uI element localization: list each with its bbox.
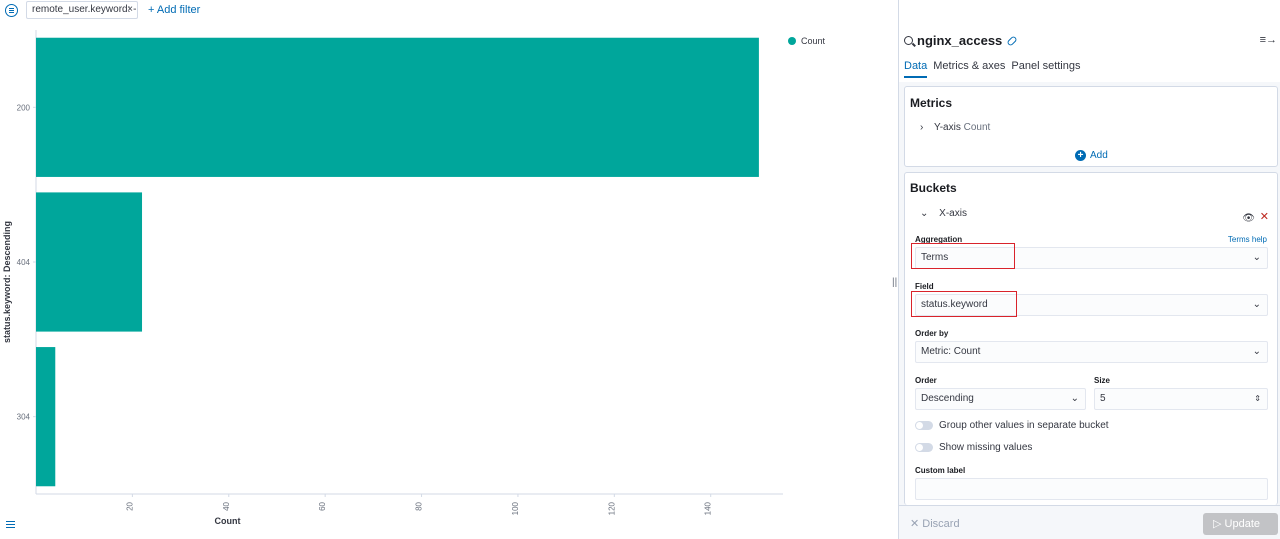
- show-missing-toggle-row[interactable]: Show missing values: [915, 442, 1032, 453]
- filter-options-icon[interactable]: [5, 4, 18, 17]
- editor-tabs: Data Metrics & axes Panel settings: [899, 58, 1280, 78]
- index-name: nginx_access: [917, 33, 1003, 48]
- add-metric-button[interactable]: + Add: [1075, 150, 1108, 161]
- metrics-title: Metrics: [910, 96, 953, 110]
- plus-icon: +: [1075, 150, 1086, 161]
- legend-swatch: [788, 37, 796, 45]
- filter-bar: remote_user.keyword: - × + Add filter: [0, 0, 890, 22]
- buckets-title: Buckets: [910, 181, 957, 195]
- discard-button[interactable]: ✕ Discard: [910, 517, 960, 530]
- x-tick-label: 60: [318, 501, 327, 510]
- stepper-icon[interactable]: ⇕: [1254, 389, 1261, 409]
- filter-pill[interactable]: remote_user.keyword: - ×: [26, 1, 138, 19]
- y-axis-title: status.keyword: Descending: [2, 221, 12, 343]
- x-tick-label: 20: [125, 501, 134, 510]
- chart-area: 200 404 304 20 40 60 80 100 120 140 Count status.ke…: [0, 22, 890, 539]
- y-axis-row[interactable]: › Y-axis Count: [920, 122, 990, 133]
- annotation-highlight: [911, 291, 1017, 317]
- chevron-right-icon[interactable]: ›: [920, 122, 923, 133]
- order-value: Descending: [921, 393, 974, 404]
- link-icon[interactable]: [1006, 34, 1018, 47]
- size-label: Size: [1094, 376, 1111, 385]
- panel-resizer[interactable]: ||: [890, 0, 898, 539]
- x-axis-row[interactable]: ⌄ X-axis: [920, 208, 967, 219]
- y-axis-agg: Count: [963, 122, 991, 133]
- order-by-select[interactable]: Metric: Count ⌄: [915, 341, 1268, 363]
- terms-help-link[interactable]: Terms help: [1228, 235, 1267, 244]
- editor-scroll-area[interactable]: Metrics › Y-axis Count + Add Buckets ⌄ X…: [899, 82, 1280, 505]
- eye-icon[interactable]: 👁: [1242, 213, 1255, 224]
- y-tick-label: 404: [17, 258, 31, 267]
- close-icon[interactable]: ×: [127, 2, 133, 18]
- size-value: 5: [1100, 393, 1106, 404]
- remove-bucket-icon[interactable]: ✕: [1260, 210, 1269, 223]
- group-other-toggle-row[interactable]: Group other values in separate bucket: [915, 420, 1109, 431]
- search-icon: [904, 36, 913, 45]
- field-label: Field: [915, 282, 934, 291]
- add-metric-label: Add: [1090, 150, 1108, 161]
- chevron-down-icon: ⌄: [1252, 252, 1261, 263]
- legend-label: Count: [801, 36, 826, 46]
- metrics-card: Metrics › Y-axis Count + Add: [904, 86, 1278, 167]
- bar-chart: 200 404 304 20 40 60 80 100 120 140 Count status.ke…: [2, 30, 783, 526]
- show-missing-toggle[interactable]: [915, 443, 933, 452]
- x-tick-label: 100: [511, 501, 520, 515]
- discard-label: Discard: [922, 518, 960, 530]
- order-select[interactable]: Descending ⌄: [915, 388, 1086, 410]
- size-input[interactable]: 5 ⇕: [1094, 388, 1268, 410]
- tab-panel-settings[interactable]: Panel settings: [1011, 58, 1080, 78]
- bar[interactable]: [36, 37, 759, 177]
- group-other-toggle[interactable]: [915, 421, 933, 430]
- panel-header: nginx_access ≡→ Data Metrics & axes Pane…: [899, 0, 1280, 82]
- chevron-down-icon: ⌄: [1252, 346, 1261, 357]
- update-label: Update: [1224, 518, 1260, 530]
- chevron-down-icon: ⌄: [1070, 393, 1079, 404]
- group-other-label: Group other values in separate bucket: [939, 420, 1109, 431]
- x-tick-label: 80: [415, 501, 424, 510]
- order-by-value: Metric: Count: [921, 346, 981, 357]
- panel-footer: ✕ Discard ▷ Update: [899, 505, 1280, 539]
- y-tick-label: 200: [17, 103, 31, 112]
- list-icon[interactable]: [6, 521, 15, 529]
- annotation-highlight: [911, 243, 1015, 269]
- show-missing-label: Show missing values: [939, 442, 1033, 453]
- chart-legend[interactable]: Count: [788, 36, 825, 46]
- editor-panel: nginx_access ≡→ Data Metrics & axes Pane…: [898, 0, 1280, 539]
- collapse-sidebar-icon[interactable]: ≡→: [1260, 34, 1277, 46]
- bar[interactable]: [36, 192, 143, 332]
- add-filter-button[interactable]: + Add filter: [148, 4, 200, 16]
- custom-label-label: Custom label: [915, 466, 966, 475]
- order-by-label: Order by: [915, 329, 949, 338]
- custom-label-input[interactable]: [915, 478, 1268, 500]
- order-label: Order: [915, 376, 937, 385]
- update-button[interactable]: ▷ Update: [1203, 513, 1278, 535]
- buckets-card: Buckets ⌄ X-axis 👁 ✕ Aggregation Terms h…: [904, 172, 1278, 505]
- y-tick-label: 304: [17, 413, 31, 422]
- x-tick-label: 120: [607, 501, 616, 515]
- chevron-down-icon[interactable]: ⌄: [920, 208, 928, 219]
- chevron-down-icon: ⌄: [1252, 299, 1261, 310]
- index-pattern-title: nginx_access: [904, 33, 1018, 48]
- tab-metrics-axes[interactable]: Metrics & axes: [933, 58, 1005, 78]
- tab-data[interactable]: Data: [904, 58, 928, 78]
- x-tick-label: 140: [704, 501, 713, 515]
- filter-pill-label: remote_user.keyword: -: [32, 4, 137, 15]
- x-tick-label: 40: [222, 501, 231, 510]
- y-axis-label: Y-axis: [933, 122, 961, 133]
- x-axis-label: X-axis: [939, 208, 967, 219]
- x-axis-title: Count: [215, 516, 241, 526]
- bar[interactable]: [36, 347, 56, 487]
